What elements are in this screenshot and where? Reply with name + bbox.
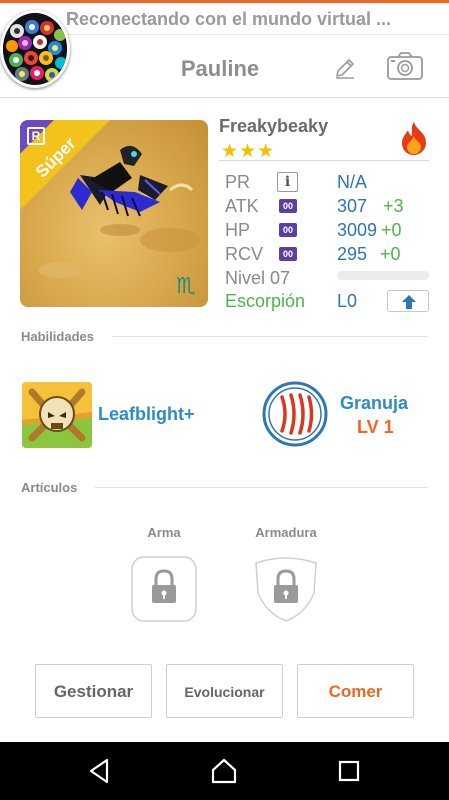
claw-icon[interactable] — [262, 381, 328, 447]
zodiac-icon: ♏ — [176, 274, 196, 299]
home-icon[interactable] — [209, 756, 239, 786]
back-icon[interactable] — [85, 756, 115, 786]
abilities-section-title: Habilidades — [21, 329, 94, 344]
species-level: L0 — [337, 291, 358, 311]
divider — [219, 160, 429, 161]
divider — [95, 487, 428, 488]
stat-label-hp: HP — [225, 220, 251, 240]
ability-name-leafblight[interactable]: Leafblight+ — [98, 404, 195, 425]
upgrade-button[interactable] — [387, 290, 429, 312]
stat-label-pr: PR — [225, 172, 251, 192]
armor-slot-label: Armadura — [255, 525, 317, 540]
navigation-bar — [0, 742, 449, 800]
stat-badge-icon: 00 — [279, 199, 297, 213]
level-label: Nivel 07 — [225, 268, 291, 288]
stat-bonus-atk: +3 — [383, 196, 404, 216]
edit-icon[interactable] — [333, 56, 357, 80]
manage-button[interactable]: Gestionar — [35, 664, 152, 718]
stat-value-rcv: 295 — [337, 244, 368, 264]
camera-icon[interactable] — [386, 51, 424, 81]
upgrade-arrow-icon — [402, 295, 416, 309]
info-icon[interactable]: i — [277, 172, 298, 192]
notification-bar: Reconectando con el mundo virtual ... — [0, 3, 449, 35]
player-name: Pauline — [180, 56, 260, 81]
stat-value-hp: 3009 — [337, 220, 378, 240]
reconnect-notice: Reconectando con el mundo virtual ... — [66, 9, 392, 29]
ability-name-granuja[interactable]: Granuja — [340, 393, 408, 414]
evolve-button[interactable]: Evolucionar — [166, 664, 283, 718]
armor-slot[interactable] — [252, 555, 320, 623]
recents-icon[interactable] — [334, 756, 364, 786]
articles-section-title: Artículos — [21, 480, 78, 495]
avatar[interactable] — [0, 10, 70, 88]
leafblight-skull-icon[interactable] — [22, 382, 92, 448]
weapon-slot[interactable] — [130, 555, 198, 623]
stat-badge-icon: 00 — [279, 223, 297, 237]
stat-bonus-hp: +0 — [381, 220, 402, 240]
divider — [112, 336, 428, 337]
fire-icon — [398, 120, 430, 156]
ability-level-granuja: LV 1 — [357, 417, 394, 437]
creature-card[interactable]: R Súper ♏ — [20, 120, 208, 307]
weapon-slot-label: Arma — [147, 525, 181, 540]
stat-badge-icon: 00 — [279, 247, 297, 261]
level-progress-bar — [337, 271, 429, 280]
eat-button[interactable]: Comer — [297, 664, 414, 718]
stat-bonus-rcv: +0 — [380, 244, 401, 264]
stat-value-atk: 307 — [337, 196, 368, 216]
species-label: Escorpión — [225, 291, 306, 311]
stat-label-atk: ATK — [225, 196, 259, 216]
stat-value-pr: N/A — [337, 172, 368, 192]
rarity-badge: R — [27, 127, 45, 145]
creature-name: Freakybeaky — [219, 116, 329, 136]
stat-label-rcv: RCV — [225, 244, 264, 264]
